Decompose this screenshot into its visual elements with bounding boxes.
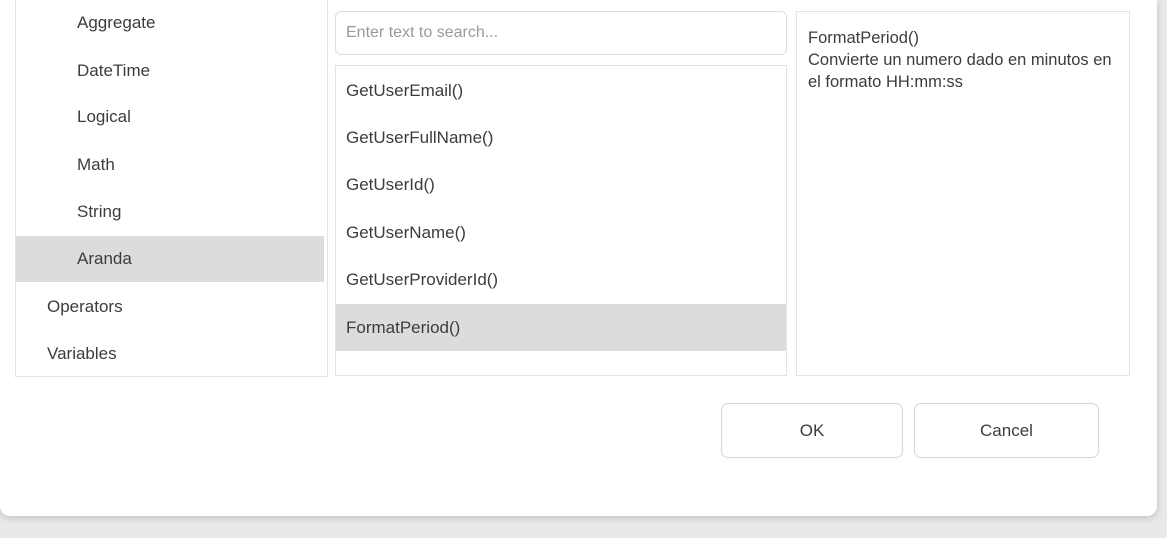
function-item-partially-visible[interactable] bbox=[336, 352, 786, 375]
description-panel: FormatPeriod() Convierte un numero dado … bbox=[796, 11, 1130, 376]
function-item-formatperiod[interactable]: FormatPeriod() bbox=[336, 304, 786, 351]
expression-editor-dialog: Aggregate DateTime Logical Math String A… bbox=[0, 0, 1157, 516]
category-item-string[interactable]: String bbox=[16, 189, 324, 235]
category-tree[interactable]: Aggregate DateTime Logical Math String A… bbox=[15, 0, 328, 377]
category-item-aranda[interactable]: Aranda bbox=[16, 236, 324, 282]
category-item-operators[interactable]: Operators bbox=[16, 284, 324, 330]
category-item-datetime[interactable]: DateTime bbox=[16, 48, 324, 94]
description-text: Convierte un numero dado en minutos en e… bbox=[808, 51, 1112, 91]
category-item-logical[interactable]: Logical bbox=[16, 94, 324, 140]
category-item-aggregate[interactable]: Aggregate bbox=[16, 0, 324, 46]
cancel-button[interactable]: Cancel bbox=[914, 403, 1099, 458]
function-list[interactable]: GetUserEmail() GetUserFullName() GetUser… bbox=[335, 65, 787, 376]
function-item-getuserproviderid[interactable]: GetUserProviderId() bbox=[336, 256, 786, 303]
function-item-getuseremail[interactable]: GetUserEmail() bbox=[336, 67, 786, 114]
description-title: FormatPeriod() bbox=[808, 29, 919, 47]
ok-button[interactable]: OK bbox=[721, 403, 903, 458]
category-item-math[interactable]: Math bbox=[16, 142, 324, 188]
function-item-getuserid[interactable]: GetUserId() bbox=[336, 161, 786, 208]
search-input[interactable] bbox=[335, 11, 787, 55]
function-item-getuserfullname[interactable]: GetUserFullName() bbox=[336, 114, 786, 161]
category-item-variables[interactable]: Variables bbox=[16, 331, 324, 376]
function-item-getusername[interactable]: GetUserName() bbox=[336, 209, 786, 256]
